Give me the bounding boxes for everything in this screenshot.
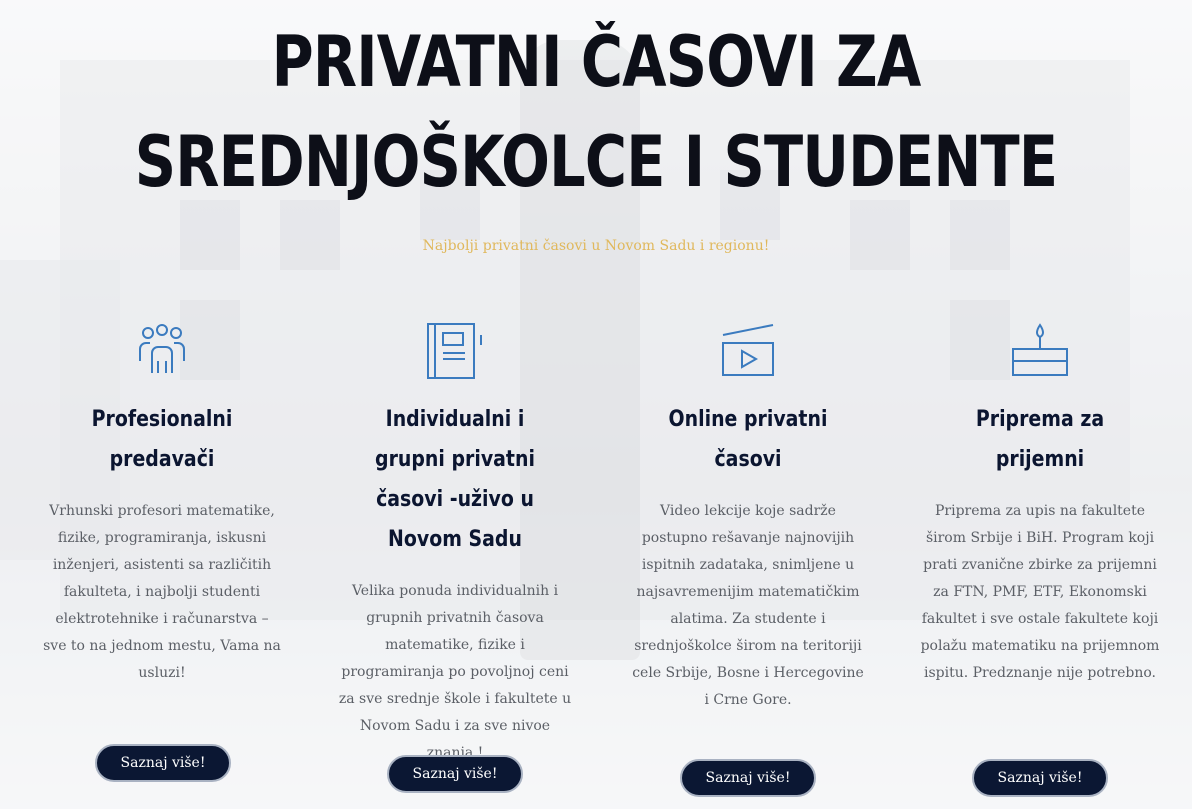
learn-more-button-classes[interactable]: Saznaj više! — [387, 755, 523, 793]
feature-professional-teachers: Profesionalni predavači Vrhunski profeso… — [37, 320, 287, 687]
feature-text: Priprema za upis na fakultete širom Srbi… — [920, 503, 1160, 681]
feature-text: Video lekcije koje sadrže postupno rešav… — [632, 503, 864, 708]
people-group-icon — [37, 320, 287, 382]
feature-title: Individualni i grupni privatni časovi -u… — [375, 407, 535, 552]
notebook-icon — [330, 320, 580, 382]
page-subtitle: Najbolji privatni časovi u Novom Sadu i … — [422, 238, 770, 254]
feature-online-classes: Online privatni časovi Video lekcije koj… — [623, 320, 873, 714]
feature-individual-group-classes: Individualni i grupni privatni časovi -u… — [330, 320, 580, 767]
feature-title: Online privatni časovi — [668, 407, 828, 472]
candle-cake-icon — [915, 320, 1165, 382]
feature-entrance-exam-prep: Priprema za prijemni Priprema za upis na… — [915, 320, 1165, 687]
feature-title: Profesionalni predavači — [91, 407, 233, 472]
video-play-icon — [623, 320, 873, 382]
feature-text: Velika ponuda individualnih i grupnih pr… — [338, 583, 572, 761]
page-title: PRIVATNI ČASOVI ZA SREDNJOŠKOLCE I STUDE… — [134, 21, 1058, 203]
learn-more-button-teachers[interactable]: Saznaj više! — [95, 744, 231, 782]
feature-text: Vrhunski profesori matematike, fizike, p… — [43, 503, 281, 681]
feature-title: Priprema za prijemni — [975, 407, 1105, 472]
learn-more-button-online[interactable]: Saznaj više! — [680, 759, 816, 797]
learn-more-button-entrance[interactable]: Saznaj više! — [972, 759, 1108, 797]
